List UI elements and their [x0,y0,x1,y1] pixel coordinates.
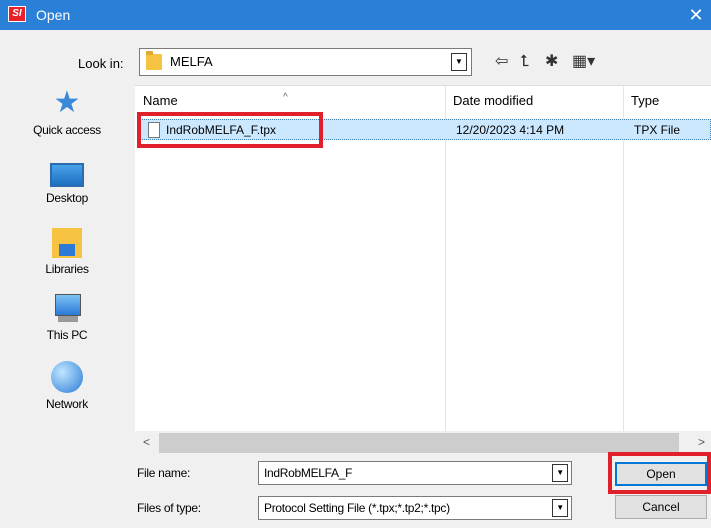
place-label: Libraries [45,262,89,276]
place-libraries[interactable]: Libraries [0,228,134,276]
file-type-cell: TPX File [634,123,681,137]
column-header-date[interactable]: Date modified [445,86,623,116]
scroll-left-icon[interactable]: < [143,435,150,449]
view-menu-icon[interactable]: ▦▾ [572,52,595,72]
chevron-down-icon[interactable]: ▼ [552,499,568,517]
folder-icon [146,51,162,70]
scrollbar-thumb[interactable] [159,433,679,453]
back-icon[interactable]: ⇦ [495,52,508,72]
highlight-open-box [608,452,711,494]
place-this-pc[interactable]: This PC [0,294,134,342]
look-in-label: Look in: [78,56,124,71]
file-type-select[interactable]: Protocol Setting File (*.tpx;*.tp2;*.tpc… [258,496,572,520]
network-icon [51,361,83,393]
places-bar: ★ Quick access Desktop Libraries This PC… [0,85,134,455]
star-icon: ★ [53,86,81,119]
app-icon: SI [8,6,26,22]
chevron-down-icon[interactable]: ▼ [552,464,568,482]
title-bar: SI Open ✕ [0,0,711,30]
file-name-value: IndRobMELFA_F [264,466,353,480]
place-desktop[interactable]: Desktop [0,163,134,205]
scroll-right-icon[interactable]: > [698,435,705,449]
place-label: Desktop [46,191,88,205]
file-name-input[interactable]: IndRobMELFA_F ▼ [258,461,572,485]
new-folder-icon[interactable]: ✱ [545,52,558,72]
place-label: This PC [46,328,88,342]
place-label: Network [46,397,88,411]
libraries-icon [52,228,82,258]
sort-up-icon: ^ [283,92,288,103]
file-type-label: Files of type: [137,501,201,515]
cancel-button[interactable]: Cancel [615,495,707,519]
place-network[interactable]: Network [0,361,134,411]
desktop-icon [50,163,84,187]
look-in-combo[interactable]: MELFA ▼ [139,48,472,76]
column-label: Name [143,93,178,108]
chevron-down-icon[interactable]: ▼ [451,53,467,71]
look-in-value: MELFA [170,54,213,69]
window-title: Open [36,7,71,23]
up-folder-icon[interactable]: ⮤ [520,52,529,72]
close-button[interactable]: ✕ [681,0,711,30]
computer-icon [52,294,82,324]
place-quick-access[interactable]: ★ Quick access [0,86,134,138]
file-name-label: File name: [137,466,191,480]
highlight-file-box [137,112,323,148]
column-header-type[interactable]: Type [623,86,711,116]
place-label: Quick access [33,123,101,137]
file-date-cell: 12/20/2023 4:14 PM [456,123,565,137]
file-type-value: Protocol Setting File (*.tpx;*.tp2;*.tpc… [264,501,450,515]
